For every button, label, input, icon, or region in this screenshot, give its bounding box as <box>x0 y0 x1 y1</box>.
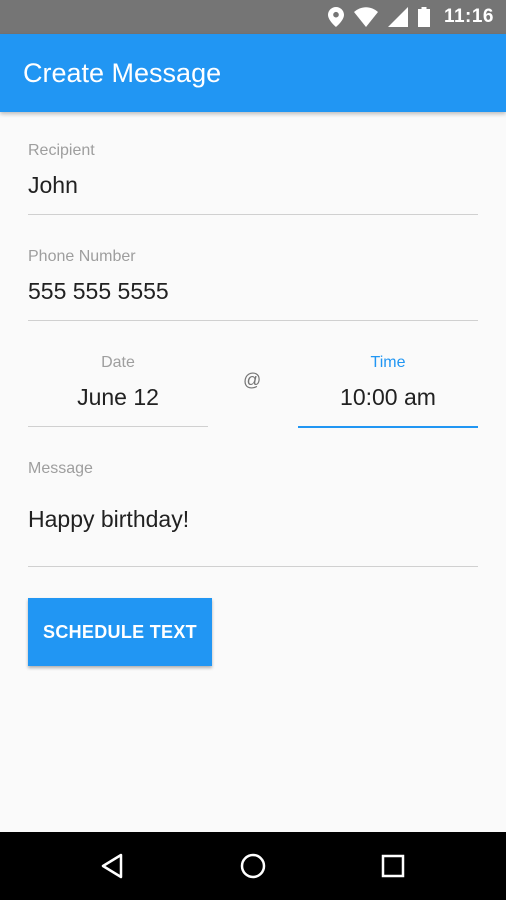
battery-icon <box>417 7 430 27</box>
date-field[interactable]: Date June 12 <box>28 354 208 428</box>
recipient-underline <box>28 214 478 215</box>
phone-number-label: Phone Number <box>28 248 136 265</box>
phone-number-underline <box>28 320 478 321</box>
time-input[interactable]: 10:00 am <box>298 384 478 411</box>
date-label: Date <box>101 354 135 371</box>
recipient-field[interactable]: Recipient John <box>28 142 478 216</box>
status-bar: 11:16 <box>0 0 506 34</box>
signal-icon <box>387 7 408 27</box>
date-underline <box>28 426 208 427</box>
location-icon <box>327 7 344 27</box>
message-field[interactable]: Message Happy birthday! <box>28 460 478 568</box>
recipient-label: Recipient <box>28 142 95 159</box>
recents-icon[interactable] <box>377 850 409 882</box>
time-field[interactable]: Time 10:00 am <box>298 354 478 428</box>
phone-number-field[interactable]: Phone Number 555 555 5555 <box>28 248 478 322</box>
time-underline-focused <box>298 426 478 428</box>
date-input[interactable]: June 12 <box>28 384 208 411</box>
message-input[interactable]: Happy birthday! <box>28 506 478 533</box>
message-label: Message <box>28 460 93 477</box>
back-icon[interactable] <box>97 850 129 882</box>
recipient-input[interactable]: John <box>28 172 478 199</box>
home-icon[interactable] <box>237 850 269 882</box>
phone-number-input[interactable]: 555 555 5555 <box>28 278 478 305</box>
page-title: Create Message <box>23 57 222 88</box>
message-underline <box>28 566 478 567</box>
schedule-text-button[interactable]: SCHEDULE TEXT <box>28 598 212 666</box>
app-bar: Create Message <box>0 34 506 112</box>
wifi-icon <box>353 7 378 27</box>
form-content: Recipient John Phone Number 555 555 5555… <box>0 112 506 832</box>
navigation-bar <box>0 832 506 900</box>
time-label: Time <box>370 354 406 371</box>
at-separator: @ <box>243 370 262 390</box>
status-time: 11:16 <box>443 6 494 27</box>
